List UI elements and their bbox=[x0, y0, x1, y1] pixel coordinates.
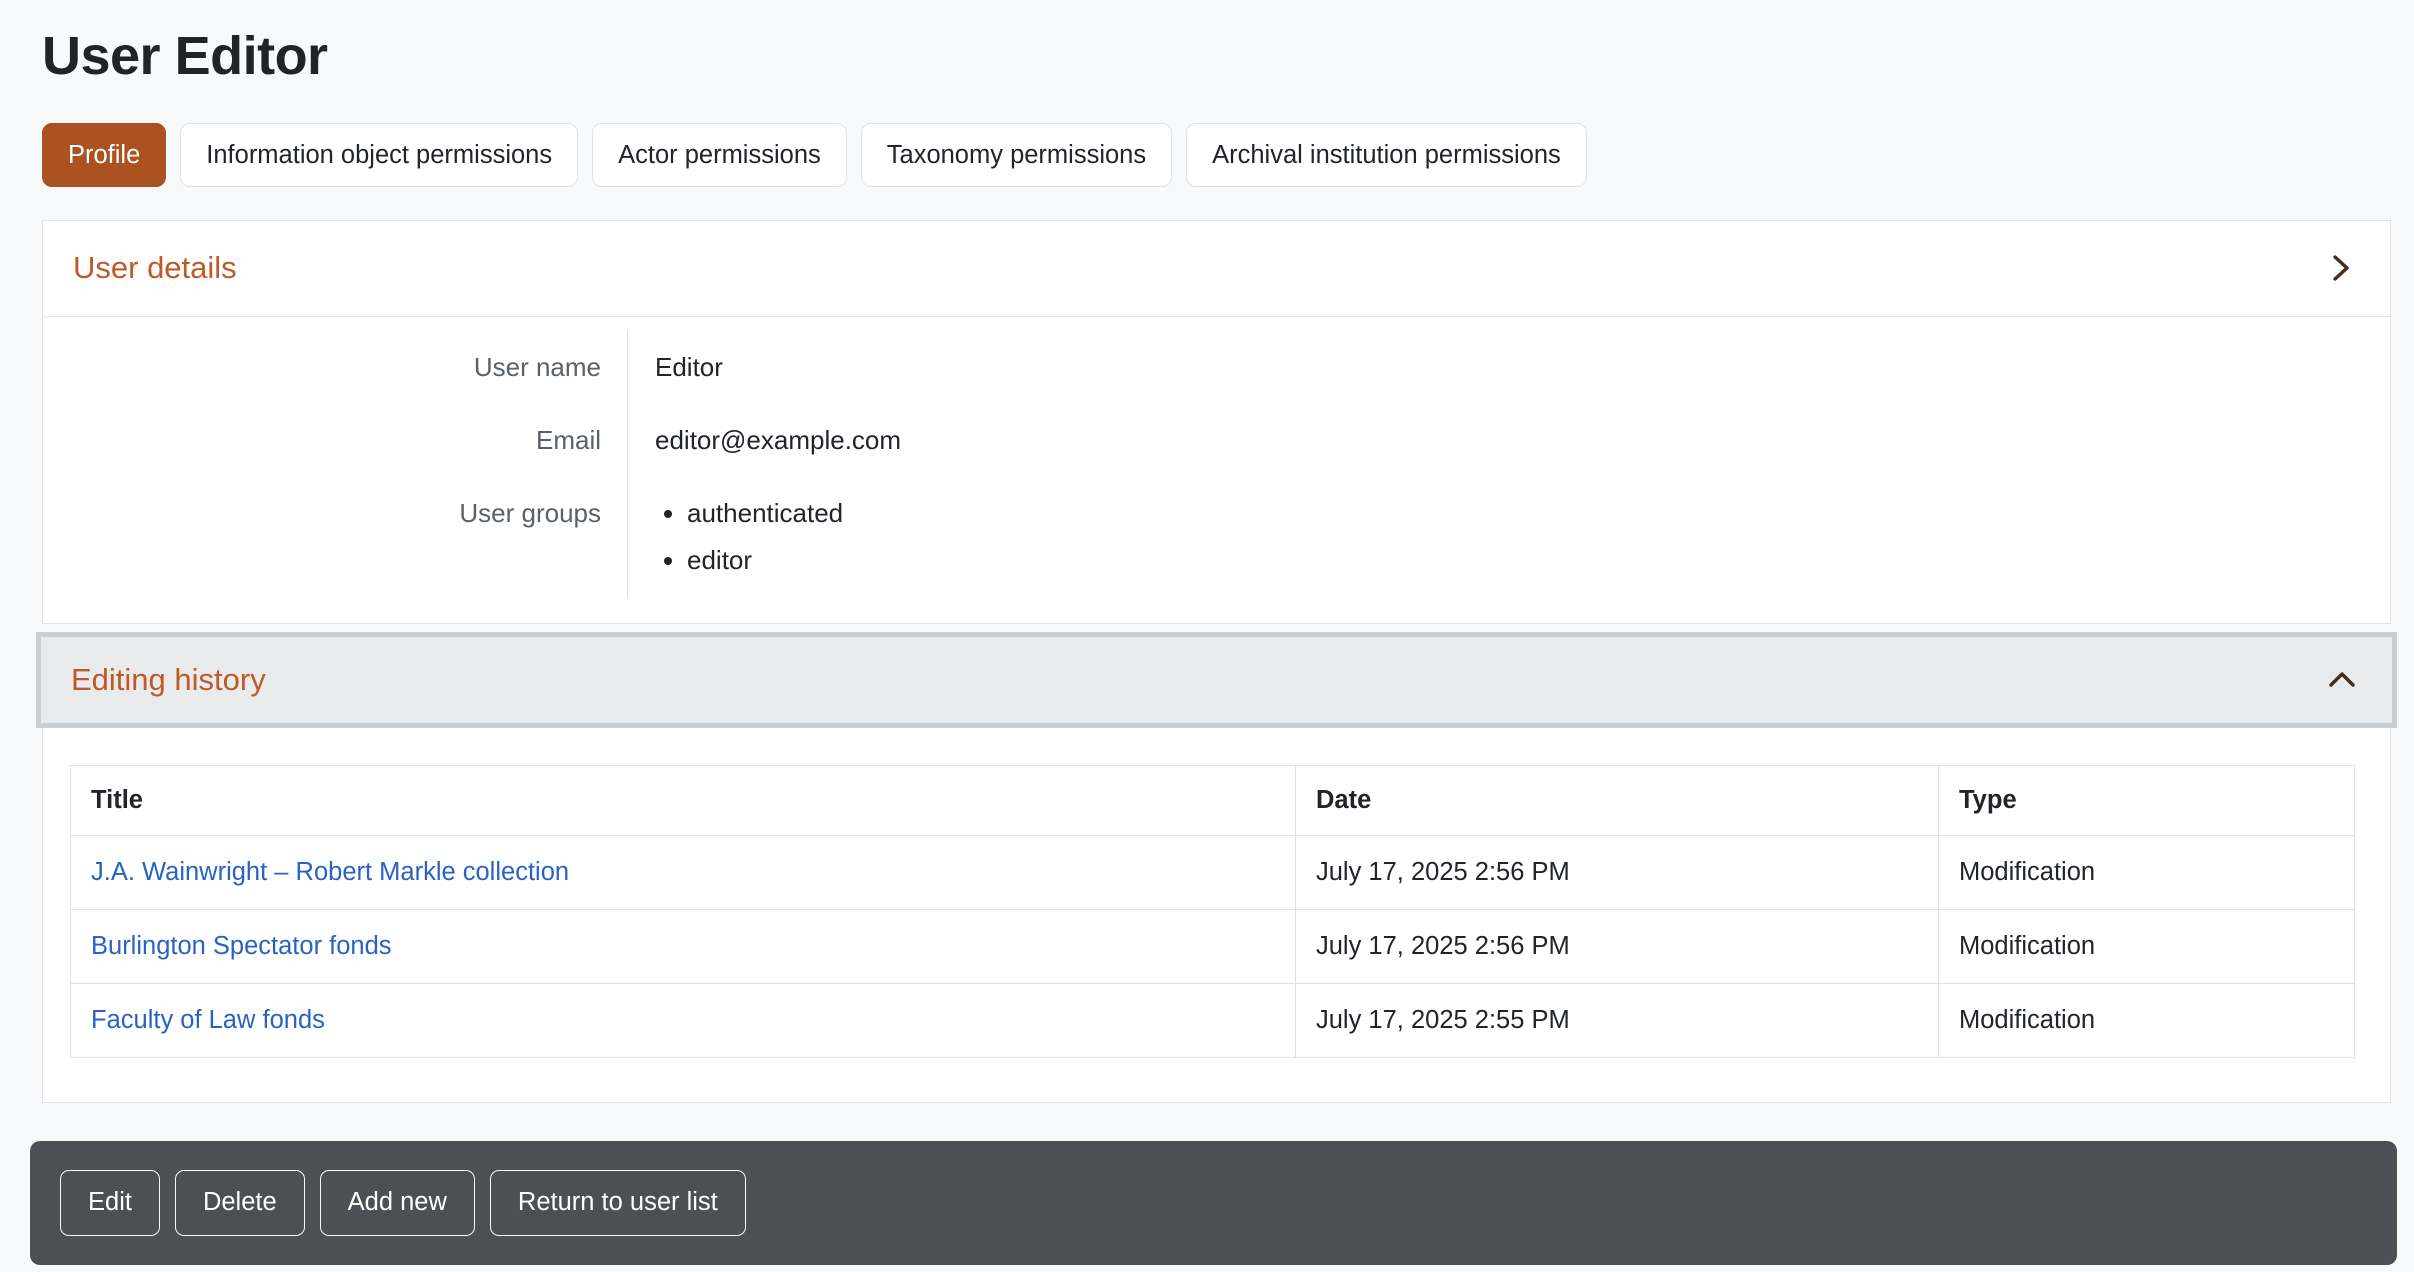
table-row: J.A. Wainwright – Robert Markle collecti… bbox=[71, 835, 2355, 909]
user-groups-value: authenticated editor bbox=[628, 477, 843, 597]
return-to-user-list-button[interactable]: Return to user list bbox=[490, 1170, 746, 1236]
user-details-section-header[interactable]: User details bbox=[42, 220, 2391, 317]
user-groups-label: User groups bbox=[43, 477, 628, 597]
tab-profile[interactable]: Profile bbox=[42, 123, 166, 187]
user-group-item: editor bbox=[687, 545, 843, 576]
chevron-up-icon bbox=[2322, 660, 2362, 700]
user-details-section-title: User details bbox=[73, 250, 237, 286]
cell-date: July 17, 2025 2:55 PM bbox=[1296, 983, 1939, 1057]
column-header-title: Title bbox=[71, 765, 1296, 835]
cell-title: Burlington Spectator fonds bbox=[71, 909, 1296, 983]
page-title: User Editor bbox=[42, 24, 2391, 89]
record-link[interactable]: Faculty of Law fonds bbox=[91, 1006, 325, 1034]
cell-type: Modification bbox=[1939, 909, 2355, 983]
action-bar: Edit Delete Add new Return to user list bbox=[30, 1141, 2397, 1265]
user-group-item: authenticated bbox=[687, 498, 843, 529]
cell-type: Modification bbox=[1939, 835, 2355, 909]
column-header-date: Date bbox=[1296, 765, 1939, 835]
add-new-button[interactable]: Add new bbox=[320, 1170, 475, 1236]
field-row-email: Email editor@example.com bbox=[43, 404, 2390, 477]
record-link[interactable]: Burlington Spectator fonds bbox=[91, 932, 392, 960]
chevron-right-icon bbox=[2320, 248, 2360, 288]
cell-type: Modification bbox=[1939, 983, 2355, 1057]
profile-accordion: User details User name Editor Email edit… bbox=[42, 220, 2391, 1103]
tab-archival-institution-permissions[interactable]: Archival institution permissions bbox=[1186, 123, 1587, 187]
user-details-fields: User name Editor Email editor@example.co… bbox=[42, 317, 2391, 624]
field-row-username: User name Editor bbox=[43, 331, 2390, 404]
tab-actor-permissions[interactable]: Actor permissions bbox=[592, 123, 847, 187]
table-row: Faculty of Law fonds July 17, 2025 2:55 … bbox=[71, 983, 2355, 1057]
cell-date: July 17, 2025 2:56 PM bbox=[1296, 909, 1939, 983]
username-label: User name bbox=[43, 331, 628, 404]
tab-taxonomy-permissions[interactable]: Taxonomy permissions bbox=[861, 123, 1172, 187]
cell-title: J.A. Wainwright – Robert Markle collecti… bbox=[71, 835, 1296, 909]
cell-date: July 17, 2025 2:56 PM bbox=[1296, 835, 1939, 909]
tab-bar: Profile Information object permissions A… bbox=[42, 123, 2391, 187]
column-header-type: Type bbox=[1939, 765, 2355, 835]
table-header-row: Title Date Type bbox=[71, 765, 2355, 835]
delete-button[interactable]: Delete bbox=[175, 1170, 305, 1236]
table-row: Burlington Spectator fonds July 17, 2025… bbox=[71, 909, 2355, 983]
record-link[interactable]: J.A. Wainwright – Robert Markle collecti… bbox=[91, 858, 569, 886]
email-value: editor@example.com bbox=[628, 404, 901, 477]
username-value: Editor bbox=[628, 331, 723, 404]
edit-button[interactable]: Edit bbox=[60, 1170, 160, 1236]
user-groups-list: authenticated editor bbox=[655, 498, 843, 576]
editing-history-section-title: Editing history bbox=[71, 662, 266, 698]
editing-history-table: Title Date Type J.A. Wainwright – Robert… bbox=[70, 765, 2355, 1058]
editing-history-body: Title Date Type J.A. Wainwright – Robert… bbox=[42, 728, 2391, 1103]
tab-information-object-permissions[interactable]: Information object permissions bbox=[180, 123, 578, 187]
field-row-user-groups: User groups authenticated editor bbox=[43, 477, 2390, 597]
cell-title: Faculty of Law fonds bbox=[71, 983, 1296, 1057]
editing-history-header-outline: Editing history bbox=[36, 632, 2397, 728]
editing-history-section-header[interactable]: Editing history bbox=[41, 637, 2392, 723]
page-container: User Editor Profile Information object p… bbox=[0, 24, 2414, 1265]
email-label: Email bbox=[43, 404, 628, 477]
